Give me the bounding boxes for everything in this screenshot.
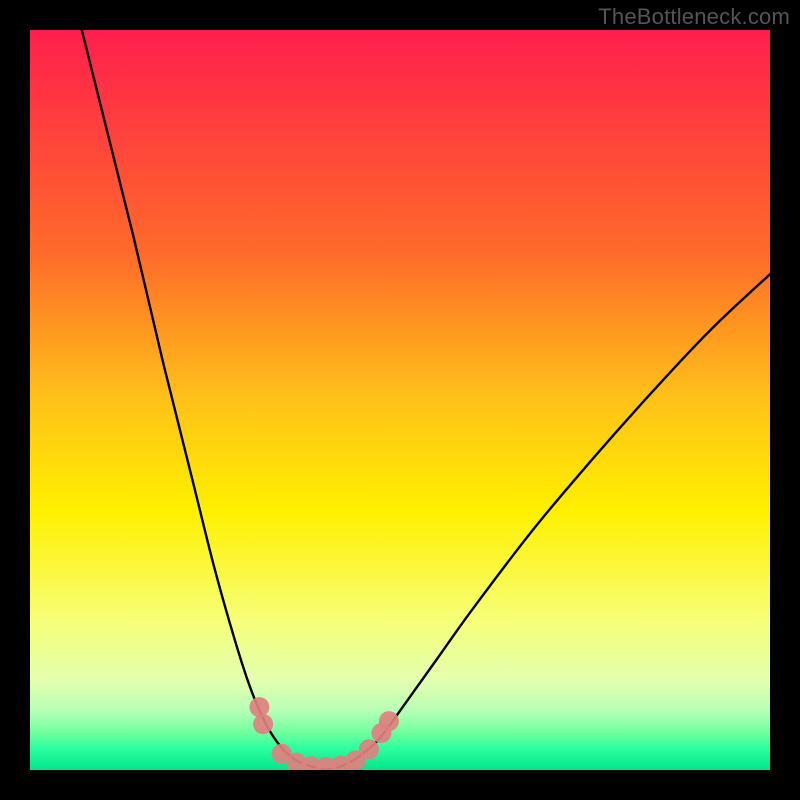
chart-svg	[30, 30, 770, 770]
marker-bottom-markers-0	[249, 697, 269, 717]
gradient-background	[30, 30, 770, 770]
watermark-text: TheBottleneck.com	[598, 4, 790, 30]
marker-bottom-markers-1	[253, 714, 273, 734]
marker-bottom-markers-8	[359, 739, 379, 759]
marker-bottom-markers-10	[379, 711, 399, 731]
outer-frame: TheBottleneck.com	[0, 0, 800, 800]
plot-area	[30, 30, 770, 770]
